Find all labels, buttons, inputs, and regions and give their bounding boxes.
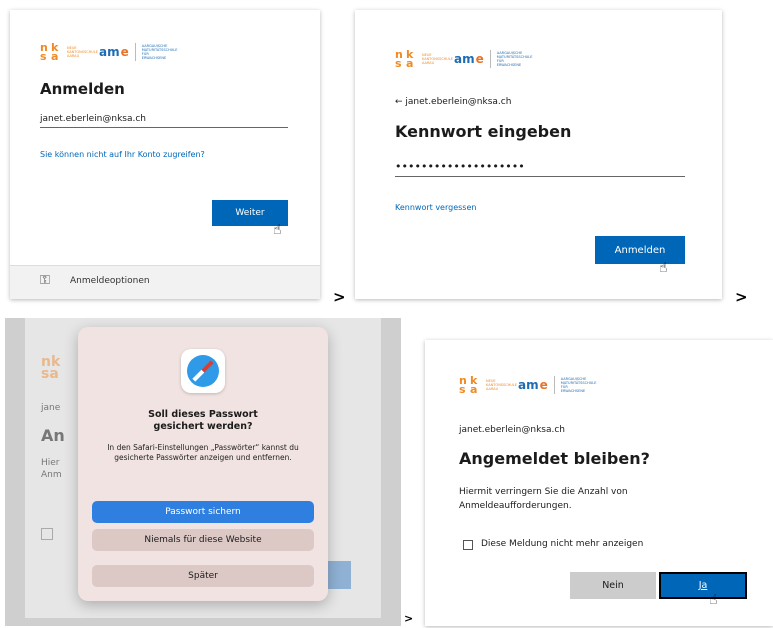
ame-logo-text: AARGAUISCHE MATURITÄTSSCHULE FÜR ERWACHS… [560,377,597,393]
nksa-logo: nk sa [459,373,478,396]
step-separator: > [404,612,414,625]
save-password-dialog: Soll dieses Passwort gesichert werden? I… [78,327,328,601]
logo-divider [553,376,555,394]
bg-line2: Anm [41,470,62,480]
safari-save-password-panel: nk sa jane An Hier Anm Soll dieses Passw… [5,318,401,626]
bg-heading: An [41,426,65,445]
password-input[interactable]: •••••••••••••••••••• [395,160,685,177]
bg-email: jane [41,403,61,413]
description: Hiermit verringern Sie die Anzahl von An… [459,487,628,511]
dialog-title: Soll dieses Passwort gesichert werden? [148,409,258,432]
stay-signed-in-panel: nk sa NEUE KANTONSSCHULE AARAU am e AARGA… [425,340,773,626]
signin-options-bar[interactable]: ⚿ Anmeldeoptionen [10,265,320,299]
signin-options-label: Anmeldeoptionen [70,276,150,286]
bg-line1: Hier [41,458,60,468]
bg-logo: nk sa [41,354,61,382]
key-icon: ⚿ [40,273,50,288]
nksa-logo-text: NEUE KANTONSSCHULE AARAU [67,46,98,58]
password-panel: nk sa NEUE KANTONSSCHULE AARAU am e AARGA… [355,10,722,299]
later-button[interactable]: Später [92,565,314,587]
cant-access-link[interactable]: Sie können nicht auf Ihr Konto zugreifen… [40,150,205,159]
ame-logo: am e [518,378,548,392]
dont-show-again-checkbox[interactable] [463,540,473,550]
email-input[interactable]: janet.eberlein@nksa.ch [40,114,288,128]
signin-button[interactable]: Anmelden [595,236,685,264]
ame-logo-text: AARGAUISCHE MATURITÄTSSCHULE FÜR ERWACHS… [141,44,178,60]
save-password-button[interactable]: Passwort sichern [92,501,314,523]
school-logo: nk sa NEUE KANTONSSCHULE AARAU am e AARGA… [40,40,178,63]
never-for-site-button[interactable]: Niemals für diese Website [92,529,314,551]
signin-panel: nk sa NEUE KANTONSSCHULE AARAU am e AARGA… [10,10,320,299]
back-email[interactable]: ← janet.eberlein@nksa.ch [395,97,511,107]
no-button[interactable]: Nein [570,572,656,599]
page-title: Kennwort eingeben [395,122,572,141]
safari-icon [181,349,225,393]
yes-button[interactable]: Ja [659,572,747,599]
school-logo: nk sa NEUE KANTONSSCHULE AARAU am e AARGA… [395,47,533,70]
nksa-logo: nk sa [40,40,59,63]
bg-button [325,561,351,589]
ame-logo-text: AARGAUISCHE MATURITÄTSSCHULE FÜR ERWACHS… [496,51,533,67]
account-email: janet.eberlein@nksa.ch [459,425,566,435]
nksa-logo-text: NEUE KANTONSSCHULE AARAU [422,53,453,65]
page-title: Anmelden [40,80,125,98]
logo-divider [489,50,491,68]
dont-show-again-label: Diese Meldung nicht mehr anzeigen [481,539,644,549]
logo-divider [134,43,136,61]
ame-logo: am e [454,52,484,66]
step-separator: > [735,288,748,306]
forgot-password-link[interactable]: Kennwort vergessen [395,203,476,212]
bg-checkbox [41,528,53,540]
hand-cursor-icon: ☝ [659,260,668,276]
nksa-logo-text: NEUE KANTONSSCHULE AARAU [486,379,517,391]
hand-cursor-icon: ☝ [273,222,282,238]
school-logo: nk sa NEUE KANTONSSCHULE AARAU am e AARGA… [459,373,597,396]
nksa-logo: nk sa [395,47,414,70]
step-separator: > [333,288,346,306]
dialog-body: In den Safari-Einstellungen „Passwörter“… [107,443,299,462]
page-title: Angemeldet bleiben? [459,449,650,468]
hand-cursor-icon: ☝ [709,592,718,608]
ame-logo: am e [99,45,129,59]
